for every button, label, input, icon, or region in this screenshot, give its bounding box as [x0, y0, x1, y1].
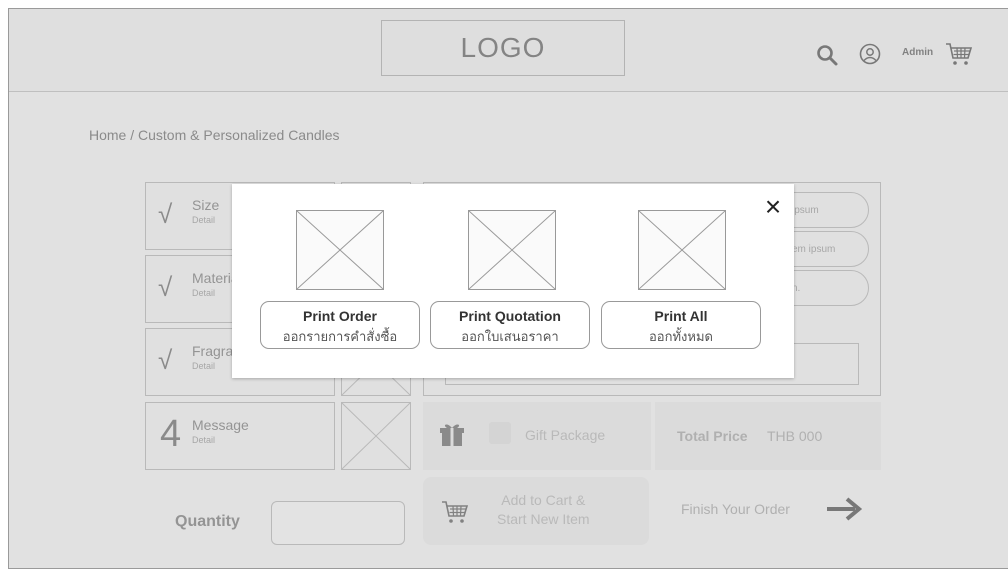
close-icon[interactable]: × — [760, 193, 786, 221]
image-placeholder — [296, 210, 384, 290]
print-order-title: Print Order — [303, 308, 377, 324]
print-modal: × Print Order ออกรายการคำสั่งซื้อ Print … — [232, 184, 794, 378]
print-order-button[interactable]: Print Order ออกรายการคำสั่งซื้อ — [260, 301, 420, 349]
print-order-subtitle: ออกรายการคำสั่งซื้อ — [282, 329, 398, 344]
image-placeholder — [468, 210, 556, 290]
print-quotation-button[interactable]: Print Quotation ออกใบเสนอราคา — [430, 301, 590, 349]
print-quotation-subtitle: ออกใบเสนอราคา — [461, 329, 559, 344]
print-all-subtitle: ออกทั้งหมด — [649, 329, 713, 344]
image-placeholder — [638, 210, 726, 290]
print-all-button[interactable]: Print All ออกทั้งหมด — [601, 301, 761, 349]
page-frame: LOGO Admin Home / Custom & Personalized … — [8, 8, 1008, 569]
print-quotation-title: Print Quotation — [459, 308, 561, 324]
print-all-title: Print All — [654, 308, 708, 324]
